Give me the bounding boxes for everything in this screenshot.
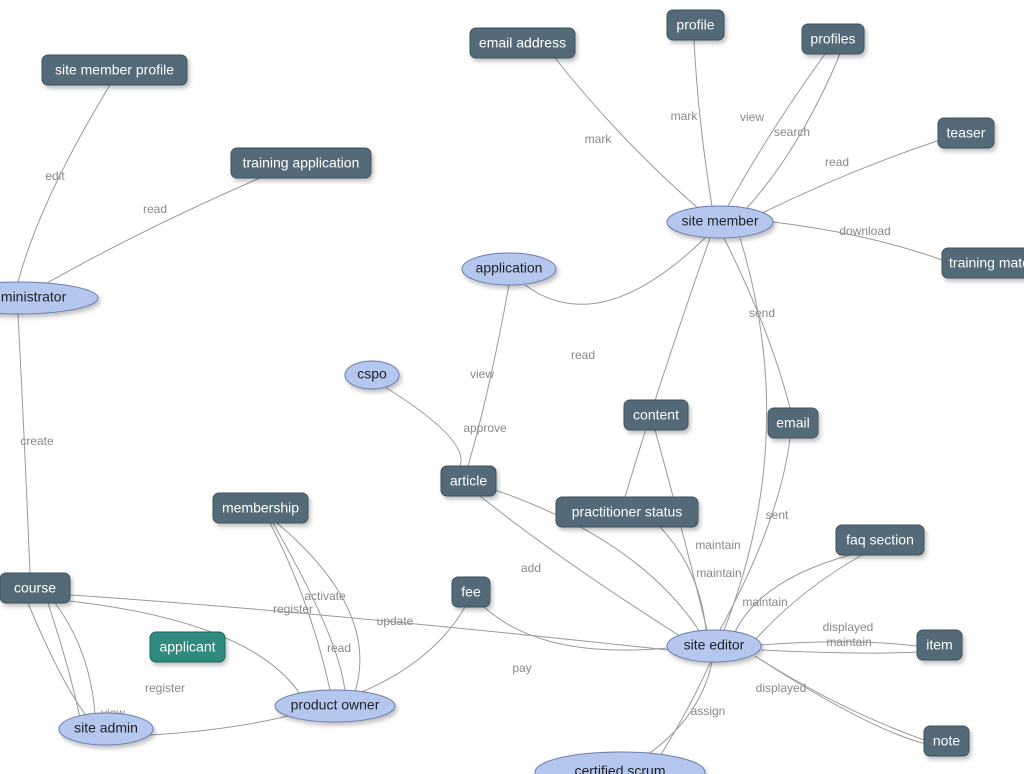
node-email_address[interactable]: email address [470, 28, 575, 58]
edge-label: search [774, 125, 810, 139]
edge-label: update [377, 614, 414, 628]
node-site_admin[interactable]: site admin [59, 713, 153, 745]
node-label: teaser [947, 125, 986, 141]
node-profiles[interactable]: profiles [802, 24, 864, 54]
node-site_member[interactable]: site member [667, 206, 773, 238]
node-label: profile [676, 17, 714, 33]
node-label: application [476, 260, 543, 276]
edge-site_administrator-training_application [40, 178, 260, 287]
edge-label: mark [671, 109, 699, 123]
edge-site_editor-item [761, 650, 918, 653]
node-label: email address [479, 35, 566, 51]
node-label: fee [461, 584, 481, 600]
node-cspo[interactable]: cspo [345, 361, 399, 389]
node-label: site editor [684, 637, 745, 653]
edge-site_member-practitioner_status [625, 238, 710, 497]
node-label: cspo [357, 366, 387, 382]
edge-label: register [273, 602, 313, 616]
node-site_member_profile[interactable]: site member profile [42, 55, 187, 85]
edge-label: send [749, 306, 775, 320]
edge-site_member-email [724, 238, 790, 408]
edge-site_member-profile [694, 40, 712, 206]
edge-label: create [20, 434, 54, 448]
edge-label: view [470, 367, 494, 381]
node-label: note [933, 733, 960, 749]
edge-course-site_admin [28, 603, 85, 714]
node-practitioner_status[interactable]: practitioner status [556, 497, 698, 527]
edge-site_editor-note [755, 656, 924, 740]
node-label: item [926, 637, 952, 653]
node-label: te administrator [0, 289, 67, 305]
edge-site_member-email_address [555, 58, 700, 210]
node-label: article [450, 473, 488, 489]
edge-label: read [825, 155, 849, 169]
edge-cspo-article [385, 387, 461, 466]
edge-label: mark [585, 132, 613, 146]
edge-label: sent [766, 508, 789, 522]
node-article[interactable]: article [441, 466, 496, 496]
node-label: membership [222, 500, 299, 516]
node-applicant[interactable]: applicant [150, 632, 225, 662]
edge-label: register [145, 681, 185, 695]
node-label: profiles [810, 31, 855, 47]
node-label: email [776, 415, 809, 431]
node-label: content [633, 407, 679, 423]
edge-label: read [327, 641, 351, 655]
node-label: site member profile [55, 62, 174, 78]
edge-label: view [740, 110, 764, 124]
node-certified_scrum[interactable]: certified scrum [535, 752, 705, 774]
edge-label: pay [512, 661, 531, 675]
node-site_administrator[interactable]: te administrator [0, 282, 98, 314]
edge-site_editor-fee [482, 605, 668, 650]
edge-label: download [839, 224, 890, 238]
edge-label: assign [691, 704, 726, 718]
edge-label: read [143, 202, 167, 216]
edge-site_administrator-site_member_profile [18, 85, 110, 282]
node-label: certified scrum [574, 763, 665, 774]
node-email[interactable]: email [768, 408, 818, 438]
edge-site_admin-course [48, 603, 80, 718]
edge-label: approve [463, 421, 507, 435]
edge-label: displayed [823, 620, 874, 634]
node-label: practitioner status [572, 504, 683, 520]
node-label: applicant [159, 639, 215, 655]
node-product_owner[interactable]: product owner [275, 690, 395, 722]
edge-label: maintain [695, 538, 740, 552]
node-teaser[interactable]: teaser [938, 118, 994, 148]
edge-label: maintain [826, 635, 871, 649]
node-faq_section[interactable]: faq section [836, 525, 924, 555]
node-label: course [14, 580, 56, 596]
node-training_application[interactable]: training application [231, 148, 371, 178]
node-label: site member [681, 213, 758, 229]
edge-label: activate [304, 589, 346, 603]
edge-label: add [521, 561, 541, 575]
node-application[interactable]: application [462, 253, 556, 285]
node-label: faq section [846, 532, 914, 548]
node-content[interactable]: content [624, 400, 688, 430]
edge-label: maintain [742, 595, 787, 609]
node-profile[interactable]: profile [667, 10, 724, 40]
node-item[interactable]: item [917, 630, 962, 660]
relationship-graph[interactable]: edit read create mark mark view search read down… [0, 0, 1024, 774]
node-label: site admin [74, 720, 138, 736]
node-label: product owner [291, 697, 380, 713]
node-site_editor[interactable]: site editor [667, 630, 761, 662]
node-fee[interactable]: fee [452, 577, 490, 607]
edge-site_member-teaser [760, 140, 940, 214]
edge-label: edit [45, 169, 65, 183]
node-label: training application [243, 155, 360, 171]
edge-label: maintain [696, 566, 741, 580]
node-course[interactable]: course [0, 573, 70, 603]
node-label: training mate [949, 255, 1024, 271]
node-note[interactable]: note [924, 726, 969, 756]
edge-label: read [571, 348, 595, 362]
node-membership[interactable]: membership [213, 493, 308, 523]
node-training_mat[interactable]: training mate [942, 248, 1024, 278]
